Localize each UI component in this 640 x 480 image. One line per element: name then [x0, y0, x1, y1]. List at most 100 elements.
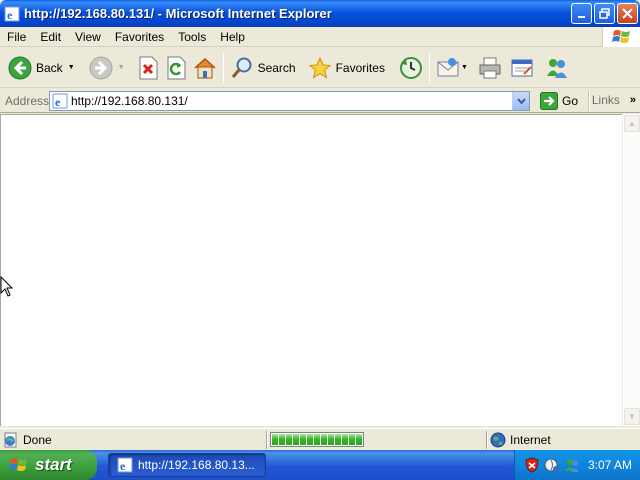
menu-file[interactable]: File [0, 30, 33, 44]
chevron-right-icon[interactable]: » [630, 94, 636, 106]
progress-segment [307, 434, 313, 445]
title-bar[interactable]: e http://192.168.80.131/ - Microsoft Int… [0, 0, 640, 27]
security-zone: Internet [490, 432, 551, 448]
progress-segment [349, 434, 355, 445]
restore-button[interactable] [594, 3, 615, 24]
clock: 3:07 AM [588, 458, 633, 472]
edit-button[interactable] [507, 50, 537, 86]
home-icon [194, 57, 216, 78]
stop-button[interactable] [134, 50, 162, 86]
start-button[interactable]: start [0, 450, 97, 480]
ie-page-icon: e [117, 457, 133, 473]
back-dropdown-icon[interactable]: ▼ [68, 64, 75, 71]
forward-button[interactable]: ▼ [86, 50, 128, 86]
menu-help[interactable]: Help [213, 30, 252, 44]
scroll-up-button[interactable]: ▲ [624, 115, 640, 132]
ie-page-icon: e [52, 93, 68, 109]
forward-dropdown-icon[interactable]: ▼ [118, 64, 125, 71]
forward-arrow-icon [89, 56, 113, 79]
progress-bar [270, 432, 364, 447]
address-input[interactable] [71, 93, 511, 108]
windows-logo [602, 27, 640, 47]
taskbar: start e http://192.168.80.13... 3:07 AM [0, 450, 640, 480]
progress-segment [286, 434, 292, 445]
address-field[interactable]: e [49, 90, 530, 111]
go-arrow-icon [540, 91, 558, 110]
mail-button[interactable]: ▼ [433, 50, 471, 86]
vertical-scrollbar[interactable]: ▲ ▼ [622, 114, 640, 426]
address-label: Address [5, 93, 50, 108]
chevron-down-icon [516, 97, 526, 104]
menu-view[interactable]: View [68, 30, 108, 44]
refresh-icon [167, 56, 186, 79]
progress-segment [300, 434, 306, 445]
taskbar-item-ie[interactable]: e http://192.168.80.13... [108, 453, 266, 477]
system-tray: 3:07 AM [514, 450, 640, 480]
mail-dropdown-icon[interactable]: ▼ [461, 64, 468, 71]
close-icon [622, 8, 633, 19]
menu-edit[interactable]: Edit [33, 30, 68, 44]
history-button[interactable] [396, 50, 426, 86]
menu-tools[interactable]: Tools [171, 30, 213, 44]
windows-flag-icon [9, 458, 27, 471]
back-label: Back [36, 60, 63, 75]
ie-page-icon: e [4, 6, 20, 22]
back-button[interactable]: Back ▼ [5, 50, 78, 86]
standard-toolbar: Back ▼ ▼ Search Favorites ▼ [0, 48, 640, 88]
address-bar: Address e Go Links » [0, 89, 640, 113]
progress-segment [335, 434, 341, 445]
progress-segment [272, 434, 278, 445]
home-button[interactable] [190, 50, 220, 86]
globe-icon [490, 432, 506, 448]
status-bar: Done Internet [0, 428, 640, 450]
search-label: Search [257, 60, 296, 75]
search-button[interactable]: Search [227, 50, 299, 86]
print-button[interactable] [475, 50, 505, 86]
minimize-button[interactable] [571, 3, 592, 24]
restore-icon [599, 8, 610, 19]
progress-segment [328, 434, 334, 445]
refresh-button[interactable] [162, 50, 190, 86]
zone-label: Internet [510, 433, 551, 447]
toolbar-separator [428, 52, 430, 83]
minimize-icon [577, 15, 585, 18]
stop-icon [139, 56, 158, 79]
menu-favorites[interactable]: Favorites [108, 30, 171, 44]
security-shield-icon[interactable] [524, 457, 540, 473]
start-label: start [35, 455, 72, 474]
progress-segment [321, 434, 327, 445]
go-button[interactable]: Go [540, 91, 579, 110]
edit-document-icon [511, 59, 533, 76]
page-done-icon [4, 432, 17, 447]
menu-bar: File Edit View Favorites Tools Help [0, 27, 640, 47]
back-arrow-icon [8, 56, 32, 79]
close-button[interactable] [617, 3, 638, 24]
toolbar-separator [222, 52, 224, 83]
links-label: Links [591, 93, 620, 107]
progress-segment [279, 434, 285, 445]
progress-segment [314, 434, 320, 445]
page-content[interactable] [0, 114, 623, 426]
history-icon [399, 56, 422, 79]
svg-text:e: e [55, 95, 61, 109]
svg-text:e: e [120, 459, 126, 473]
messenger-tray-icon[interactable] [564, 457, 580, 473]
scroll-down-button[interactable]: ▼ [624, 408, 640, 425]
links-separator [588, 91, 590, 111]
links-toolbar[interactable]: Links » [592, 93, 636, 107]
favorites-button[interactable]: Favorites [305, 50, 388, 86]
search-icon [231, 57, 252, 78]
status-divider [266, 431, 268, 449]
svg-text:e: e [7, 8, 13, 22]
mouse-cursor-icon [0, 276, 14, 297]
favorites-star-icon [308, 56, 331, 79]
go-label: Go [562, 93, 579, 108]
network-icon[interactable] [544, 457, 560, 473]
windows-flag-icon [611, 30, 630, 43]
mail-icon [437, 57, 459, 76]
messenger-icon [546, 58, 567, 78]
messenger-button[interactable] [541, 50, 573, 86]
status-text: Done [23, 432, 52, 447]
status-divider [486, 431, 488, 449]
address-dropdown-button[interactable] [512, 91, 529, 110]
